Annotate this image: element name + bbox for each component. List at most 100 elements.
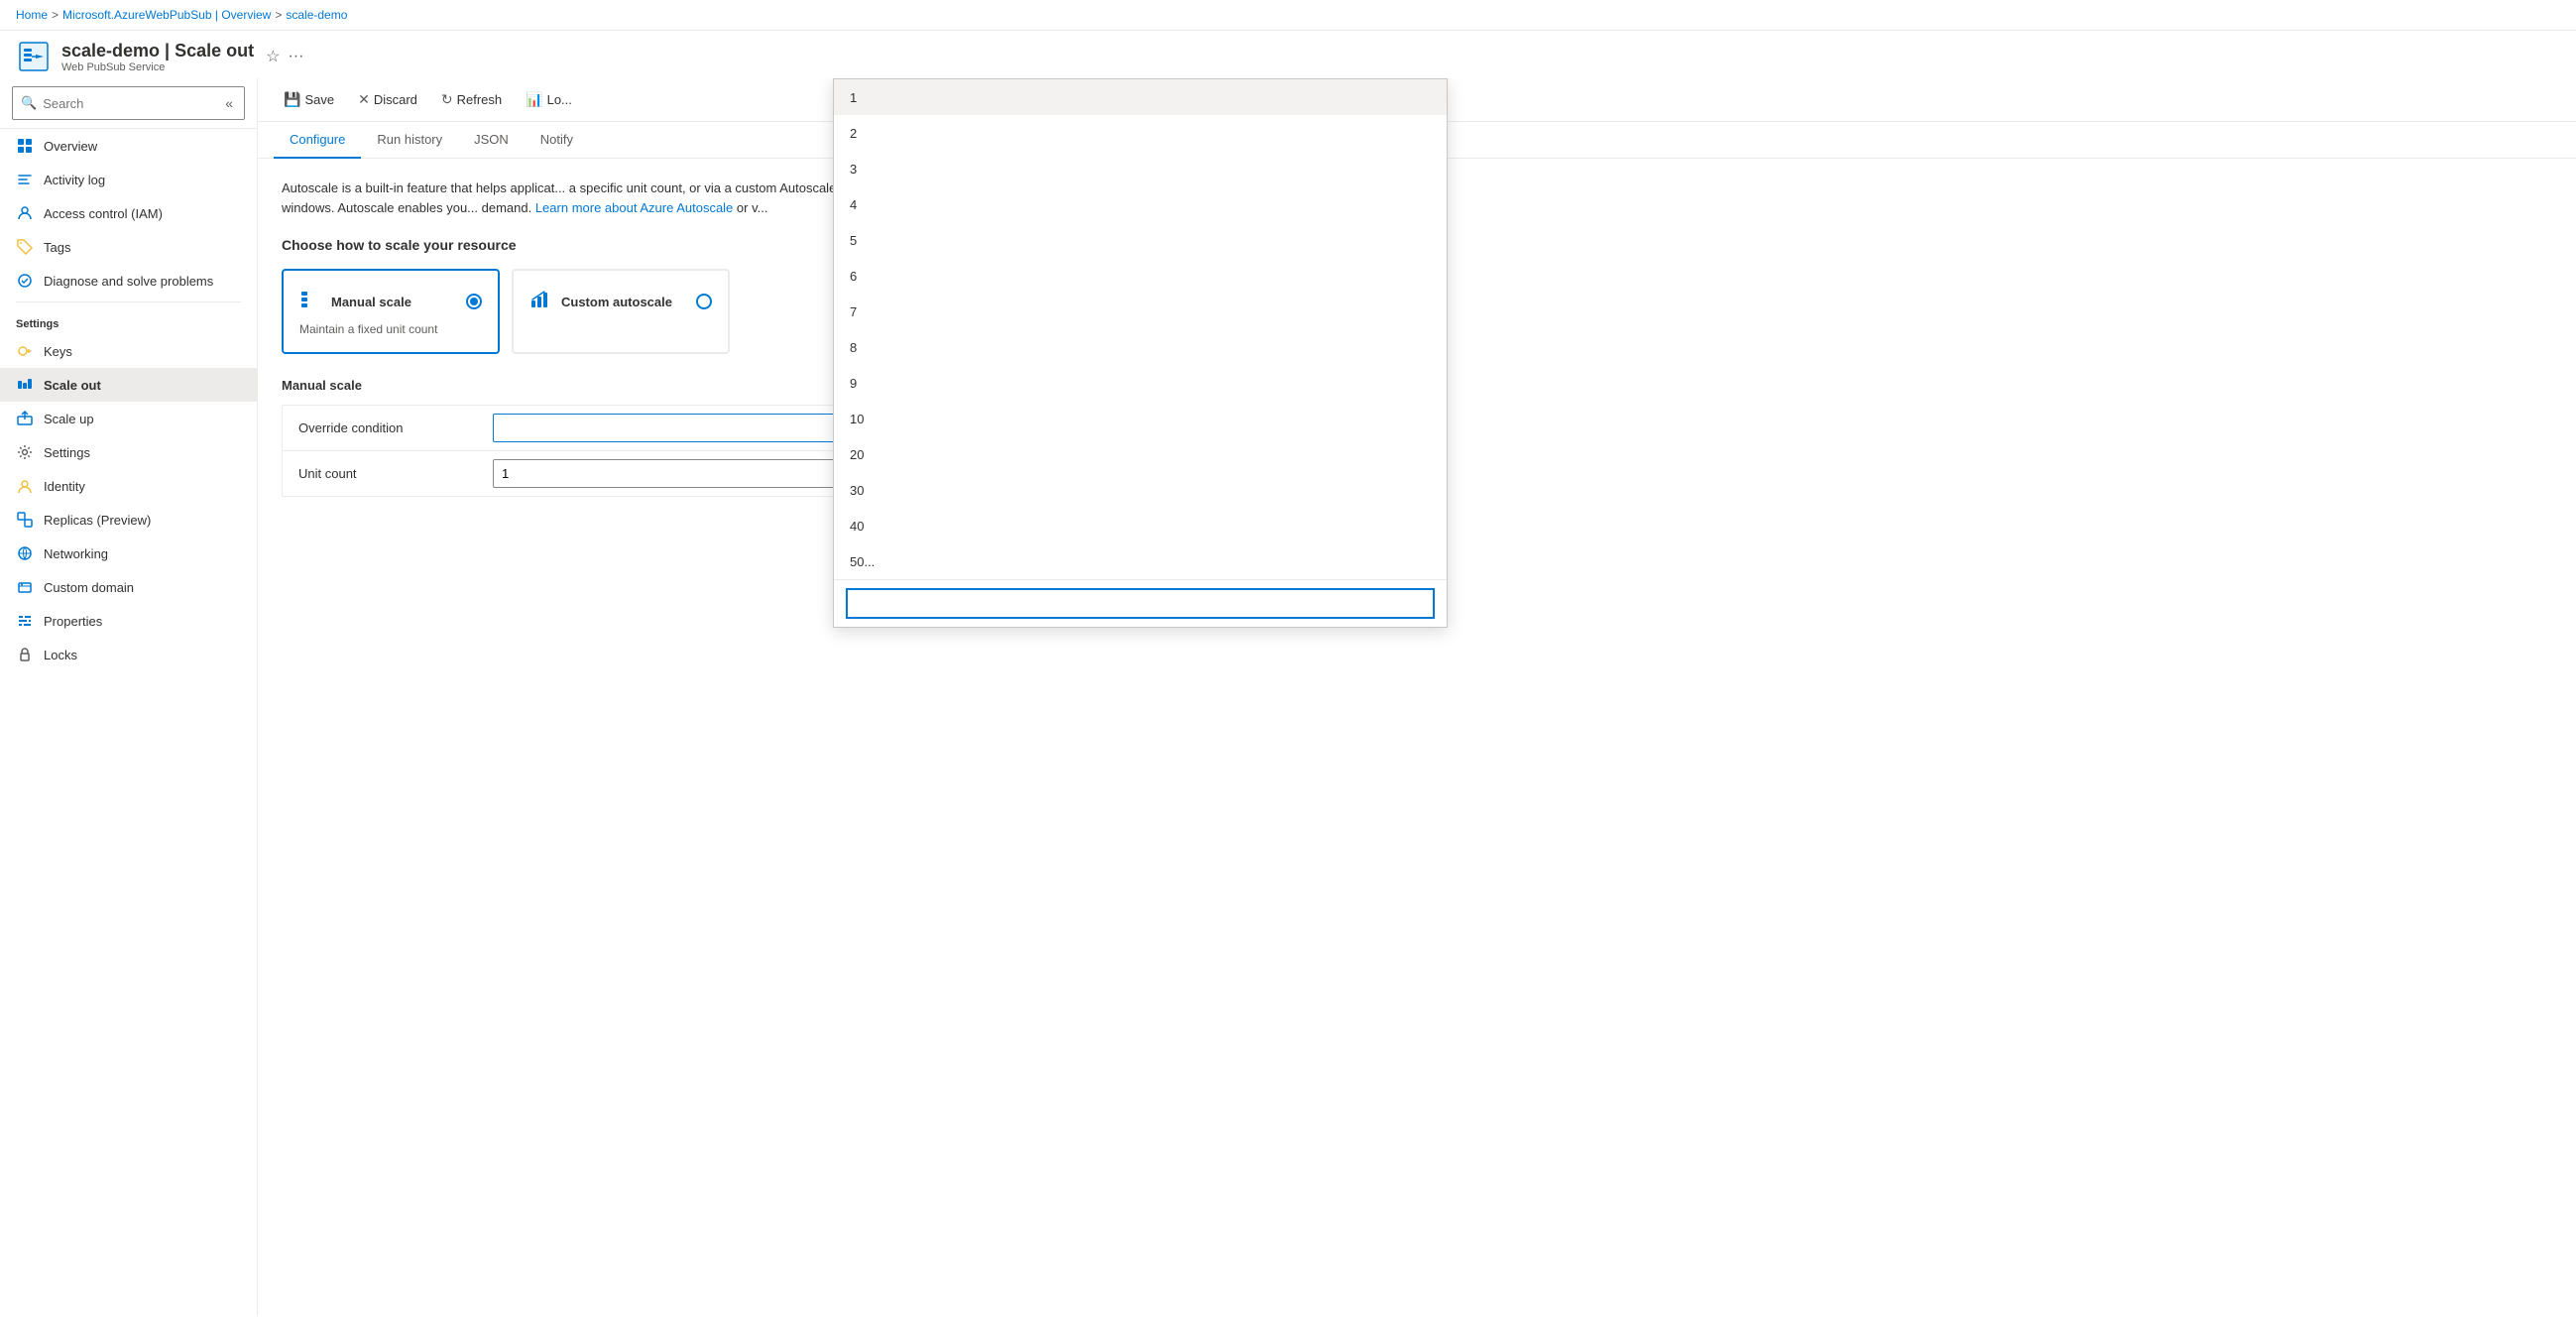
sidebar-iam-label: Access control (IAM) — [44, 206, 163, 221]
activity-icon — [16, 171, 34, 188]
sidebar: 🔍 « Overview Activity log Access control… — [0, 78, 258, 1316]
save-button[interactable]: 💾 Save — [274, 86, 344, 113]
sidebar-domain-label: Custom domain — [44, 580, 134, 595]
dropdown-item-9[interactable]: 9 — [834, 365, 1447, 401]
sidebar-item-identity[interactable]: Identity — [0, 469, 257, 503]
tab-notify[interactable]: Notify — [525, 122, 589, 159]
dropdown-item-2[interactable]: 2 — [834, 115, 1447, 151]
sidebar-item-keys[interactable]: Keys — [0, 334, 257, 368]
sidebar-item-scale-out[interactable]: Scale out — [0, 368, 257, 402]
domain-icon — [16, 578, 34, 596]
dropdown-item-4[interactable]: 4 — [834, 186, 1447, 222]
breadcrumb-current[interactable]: scale-demo — [286, 8, 347, 22]
settings-icon — [16, 443, 34, 461]
sidebar-overview-label: Overview — [44, 139, 97, 154]
dropdown-item-6[interactable]: 6 — [834, 258, 1447, 294]
logs-button[interactable]: 📊 Lo... — [516, 86, 582, 113]
overview-icon — [16, 137, 34, 155]
sidebar-item-locks[interactable]: Locks — [0, 638, 257, 671]
dropdown-search-input[interactable] — [846, 588, 1435, 619]
save-icon: 💾 — [284, 91, 300, 108]
main-layout: 🔍 « Overview Activity log Access control… — [0, 78, 2576, 1316]
sidebar-item-settings[interactable]: Settings — [0, 435, 257, 469]
logs-icon: 📊 — [526, 91, 542, 108]
dropdown-item-7[interactable]: 7 — [834, 294, 1447, 329]
sidebar-item-iam[interactable]: Access control (IAM) — [0, 196, 257, 230]
sidebar-diagnose-label: Diagnose and solve problems — [44, 274, 213, 289]
scaleup-icon — [16, 410, 34, 427]
sidebar-scaleout-label: Scale out — [44, 378, 101, 393]
sidebar-activity-label: Activity log — [44, 173, 105, 187]
discard-icon: ✕ — [358, 91, 370, 108]
sidebar-replicas-label: Replicas (Preview) — [44, 513, 151, 528]
dropdown-search-area — [834, 579, 1447, 627]
dropdown-item-30[interactable]: 30 — [834, 472, 1447, 508]
dropdown-item-3[interactable]: 3 — [834, 151, 1447, 186]
tab-json[interactable]: JSON — [458, 122, 525, 159]
custom-scale-icon — [529, 287, 553, 316]
discard-button[interactable]: ✕ Discard — [348, 86, 427, 113]
custom-scale-header: Custom autoscale — [529, 287, 712, 316]
dropdown-item-8[interactable]: 8 — [834, 329, 1447, 365]
sidebar-item-activity-log[interactable]: Activity log — [0, 163, 257, 196]
nav-divider — [16, 301, 241, 302]
iam-icon — [16, 204, 34, 222]
discard-label: Discard — [374, 92, 417, 107]
collapse-button[interactable]: « — [221, 91, 237, 115]
tab-configure[interactable]: Configure — [274, 122, 361, 159]
breadcrumb-home[interactable]: Home — [16, 8, 48, 22]
refresh-icon: ↻ — [441, 91, 453, 108]
refresh-button[interactable]: ↻ Refresh — [431, 86, 512, 113]
manual-scale-header: Manual scale — [299, 287, 482, 316]
unit-count-label: Unit count — [283, 456, 481, 491]
sidebar-item-diagnose[interactable]: Diagnose and solve problems — [0, 264, 257, 298]
manual-scale-radio[interactable] — [466, 294, 482, 309]
dropdown-item-10[interactable]: 10 — [834, 401, 1447, 436]
diagnose-icon — [16, 272, 34, 290]
breadcrumb-parent[interactable]: Microsoft.AzureWebPubSub | Overview — [62, 8, 271, 22]
sidebar-item-networking[interactable]: Networking — [0, 537, 257, 570]
sidebar-settings-label: Settings — [44, 445, 90, 460]
settings-section-title: Settings — [0, 306, 257, 334]
sidebar-item-tags[interactable]: Tags — [0, 230, 257, 264]
favorite-button[interactable]: ☆ — [266, 47, 280, 66]
custom-scale-radio[interactable] — [696, 294, 712, 309]
tab-run-history[interactable]: Run history — [361, 122, 458, 159]
custom-scale-card[interactable]: Custom autoscale — [512, 269, 730, 354]
unit-count-select[interactable]: 1 2 3 4 5 6 7 8 9 10 — [493, 459, 889, 488]
refresh-label: Refresh — [457, 92, 503, 107]
dropdown-item-5[interactable]: 5 — [834, 222, 1447, 258]
tags-icon — [16, 238, 34, 256]
more-options-button[interactable]: ··· — [288, 48, 303, 65]
sidebar-item-properties[interactable]: Properties — [0, 604, 257, 638]
search-wrapper: 🔍 « — [12, 86, 245, 120]
search-icon: 🔍 — [21, 95, 37, 111]
save-label: Save — [304, 92, 334, 107]
sidebar-tags-label: Tags — [44, 240, 70, 255]
dropdown-item-20[interactable]: 20 — [834, 436, 1447, 472]
sidebar-locks-label: Locks — [44, 648, 77, 662]
custom-scale-title: Custom autoscale — [561, 295, 672, 309]
locks-icon — [16, 646, 34, 663]
header-actions: ☆ ··· — [266, 47, 303, 66]
scaleout-icon — [16, 376, 34, 394]
sidebar-item-scale-up[interactable]: Scale up — [0, 402, 257, 435]
search-input[interactable] — [43, 96, 217, 111]
breadcrumb-sep2: > — [275, 8, 282, 22]
sidebar-networking-label: Networking — [44, 546, 108, 561]
resource-icon — [16, 39, 52, 74]
sidebar-item-replicas[interactable]: Replicas (Preview) — [0, 503, 257, 537]
manual-scale-card[interactable]: Manual scale Maintain a fixed unit count — [282, 269, 500, 354]
dropdown-item-1[interactable]: 1 — [834, 79, 1447, 115]
identity-icon — [16, 477, 34, 495]
page-header: scale-demo | Scale out Web PubSub Servic… — [0, 31, 2576, 78]
sidebar-item-overview[interactable]: Overview — [0, 129, 257, 163]
dropdown-item-50-partial[interactable]: 50... — [834, 543, 1447, 579]
manual-scale-title: Manual scale — [331, 295, 411, 309]
unit-select-wrapper: 1 2 3 4 5 6 7 8 9 10 — [493, 459, 889, 488]
sidebar-item-domain[interactable]: Custom domain — [0, 570, 257, 604]
learn-more-link[interactable]: Learn more about Azure Autoscale — [535, 200, 733, 215]
sidebar-scaleup-label: Scale up — [44, 412, 94, 426]
sidebar-identity-label: Identity — [44, 479, 85, 494]
dropdown-item-40[interactable]: 40 — [834, 508, 1447, 543]
